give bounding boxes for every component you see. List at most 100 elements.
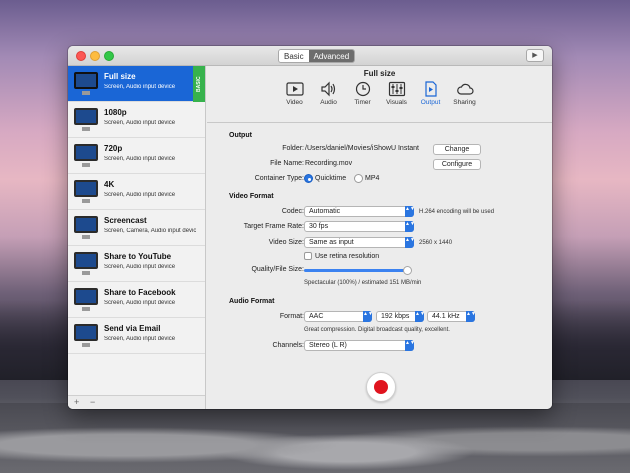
title-bar: Basic Advanced ▶ <box>68 46 552 66</box>
chevron-updown-icon: ▲▼ <box>405 206 415 217</box>
tab-output[interactable]: Output <box>416 81 446 121</box>
tab-label: Audio <box>320 99 337 106</box>
preset-sidebar: Full size Screen, Audio input device BAS… <box>68 66 206 409</box>
tab-visuals[interactable]: Visuals <box>382 81 412 121</box>
codec-popup[interactable]: Automatic ▲▼ <box>304 206 415 217</box>
channels-label: Channels: <box>272 342 304 349</box>
retina-label: Use retina resolution <box>315 253 380 260</box>
samplerate-popup[interactable]: 44.1 kHz ▲▼ <box>427 311 476 322</box>
tab-video[interactable]: Video <box>280 81 310 121</box>
folder-path: /Users/daniel/Movies/iShowU Instant <box>305 145 419 152</box>
preset-name: 720p <box>104 144 123 153</box>
framerate-value: 30 fps <box>309 223 329 230</box>
preset-item-1080p[interactable]: 1080p Screen, Audio input device <box>68 102 205 138</box>
preset-item-720p[interactable]: 720p Screen, Audio input device <box>68 138 205 174</box>
video-format-heading: Video Format <box>229 193 274 200</box>
monitor-icon <box>74 288 98 311</box>
quality-slider-fill <box>304 269 408 272</box>
tab-label: Output <box>420 99 441 106</box>
container-option-mp4: MP4 <box>365 175 380 182</box>
codec-value: Automatic <box>309 208 341 215</box>
speaker-icon <box>320 81 335 97</box>
tab-label: Timer <box>354 99 371 106</box>
settings-pane: Full size Video Audio Timer Visuals Outp… <box>207 66 552 409</box>
preset-item-full-size[interactable]: Full size Screen, Audio input device BAS… <box>68 66 205 102</box>
monitor-icon <box>74 252 98 275</box>
mode-segmented-control: Basic Advanced <box>278 49 356 63</box>
container-type-label: Container Type: <box>254 175 304 182</box>
preset-sources: Screen, Audio input device <box>104 156 176 162</box>
retina-checkbox[interactable] <box>304 252 312 260</box>
quality-slider-knob[interactable] <box>403 266 412 275</box>
monitor-icon <box>74 144 98 167</box>
preset-item-send-email[interactable]: Send via Email Screen, Audio input devic… <box>68 318 205 354</box>
audio-format-popup[interactable]: AAC ▲▼ <box>304 311 373 322</box>
configure-button[interactable]: Configure <box>433 159 481 170</box>
record-button[interactable] <box>366 372 396 402</box>
cloud-icon <box>456 83 474 95</box>
output-heading: Output <box>229 132 252 139</box>
preset-sources: Screen, Audio input device <box>104 300 176 306</box>
container-radio-quicktime[interactable] <box>304 174 313 183</box>
container-radio-mp4[interactable] <box>354 174 363 183</box>
audio-format-heading: Audio Format <box>229 298 275 305</box>
preset-title: Full size <box>363 69 396 78</box>
remove-preset-button[interactable]: − <box>90 397 95 407</box>
minimize-window-button[interactable] <box>90 51 100 61</box>
close-window-button[interactable] <box>76 51 86 61</box>
quality-label: Quality/File Size: <box>251 266 304 273</box>
filename-value: Recording.mov <box>305 160 353 167</box>
codec-note: H.264 encoding will be used <box>419 209 495 215</box>
change-folder-button[interactable]: Change <box>433 144 481 155</box>
monitor-icon <box>74 108 98 131</box>
preset-sources: Screen, Audio input device <box>104 192 176 198</box>
preset-sources: Screen, Camera, Audio input device <box>104 228 196 234</box>
preset-item-share-facebook[interactable]: Share to Facebook Screen, Audio input de… <box>68 282 205 318</box>
preset-item-screencast[interactable]: Screencast Screen, Camera, Audio input d… <box>68 210 205 246</box>
video-size-popup[interactable]: Same as input ▲▼ <box>304 237 415 248</box>
channels-popup[interactable]: Stereo (L R) ▲▼ <box>304 340 415 351</box>
preset-name: Full size <box>104 72 136 81</box>
settings-toolbar: Video Audio Timer Visuals Output Sharing <box>207 81 552 121</box>
preset-sources: Screen, Audio input device <box>104 264 176 270</box>
codec-label: Codec: <box>281 208 304 215</box>
preview-button[interactable]: ▶ <box>526 49 544 62</box>
clock-icon <box>355 81 370 97</box>
monitor-icon <box>74 324 98 347</box>
segment-basic[interactable]: Basic <box>279 50 309 62</box>
wallpaper-rocks <box>0 403 630 473</box>
chevron-updown-icon: ▲▼ <box>405 340 415 351</box>
add-preset-button[interactable]: + <box>74 397 79 407</box>
sidebar-footer: + − <box>68 395 205 409</box>
audio-format-value: AAC <box>309 313 324 320</box>
tab-audio[interactable]: Audio <box>314 81 344 121</box>
tab-timer[interactable]: Timer <box>348 81 378 121</box>
tab-label: Video <box>286 99 303 106</box>
tab-label: Sharing <box>453 99 476 106</box>
preset-sources: Screen, Audio input device <box>104 120 176 126</box>
folder-label: Folder: <box>282 145 304 152</box>
chevron-updown-icon: ▲▼ <box>415 311 425 322</box>
preset-name: Send via Email <box>104 324 161 333</box>
app-window: Basic Advanced ▶ Full size Screen, Audio… <box>68 46 552 409</box>
preset-sources: Screen, Audio input device <box>104 336 176 342</box>
preset-sources: Screen, Audio input device <box>104 84 176 90</box>
zoom-window-button[interactable] <box>104 51 114 61</box>
segment-advanced[interactable]: Advanced <box>308 50 355 62</box>
video-size-label: Video Size: <box>268 239 304 246</box>
video-size-note: 2560 x 1440 <box>419 240 453 246</box>
chevron-updown-icon: ▲▼ <box>466 311 476 322</box>
tab-sharing[interactable]: Sharing <box>450 81 480 121</box>
preset-item-share-youtube[interactable]: Share to YouTube Screen, Audio input dev… <box>68 246 205 282</box>
preset-item-4k[interactable]: 4K Screen, Audio input device <box>68 174 205 210</box>
monitor-icon <box>74 72 98 95</box>
output-settings: Output Folder: /Users/daniel/Movies/iSho… <box>207 122 552 409</box>
quality-note: Spectacular (100%) / estimated 151 MB/mi… <box>304 280 422 286</box>
monitor-icon <box>74 180 98 203</box>
bitrate-popup[interactable]: 192 kbps ▲▼ <box>376 311 425 322</box>
monitor-icon <box>74 216 98 239</box>
framerate-popup[interactable]: 30 fps ▲▼ <box>304 221 415 232</box>
output-file-icon <box>424 81 437 97</box>
filename-label: File Name: <box>270 160 304 167</box>
tab-label: Visuals <box>386 99 407 106</box>
